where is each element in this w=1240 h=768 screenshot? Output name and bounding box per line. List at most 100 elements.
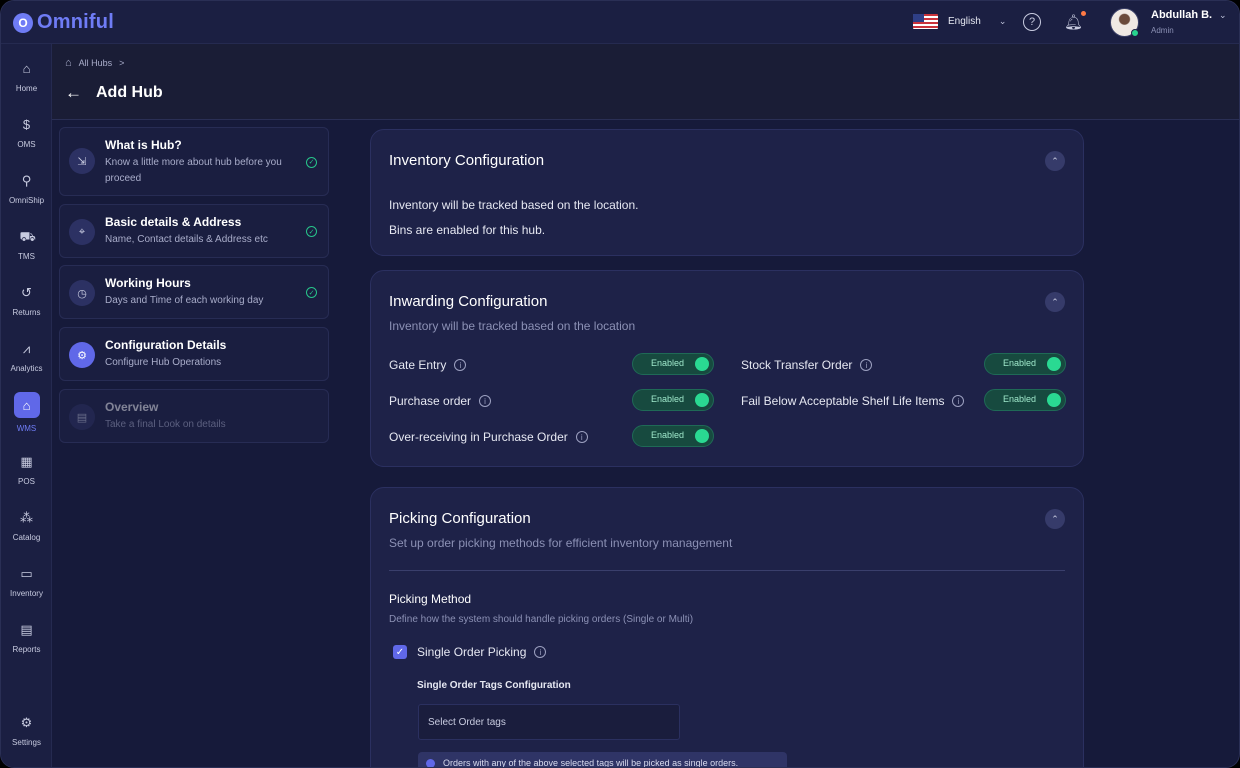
option-label: Fail Below Acceptable Shelf Life Items xyxy=(741,394,944,408)
option-gate-entry: Gate Entryi xyxy=(389,358,466,372)
step-what-is-hub[interactable]: ⇲What is Hub?Know a little more about hu… xyxy=(59,127,329,196)
sidebar-item-label: Inventory xyxy=(1,589,52,598)
single-order-picking-checkbox[interactable]: ✓ xyxy=(393,645,407,659)
shelf-life-toggle[interactable]: Enabled xyxy=(984,389,1066,411)
single-order-picking-label[interactable]: Single Order Picking xyxy=(417,645,526,659)
step-description: Know a little more about hub before you … xyxy=(105,155,305,187)
collapse-icon[interactable]: ⌃ xyxy=(1045,509,1065,529)
toggle-knob xyxy=(695,393,709,407)
info-icon[interactable]: i xyxy=(860,359,872,371)
toggle-state-label: Enabled xyxy=(1003,358,1036,368)
location-pin-icon: ⌖ xyxy=(69,219,95,245)
inventory-line-bins: Bins are enabled for this hub. xyxy=(389,223,545,237)
logo-text: Omniful xyxy=(37,11,114,34)
sidebar-item-label: Returns xyxy=(1,308,52,317)
option-stock-transfer-order: Stock Transfer Order i xyxy=(741,358,872,372)
inwarding-config-subtitle: Inventory will be tracked based on the l… xyxy=(389,319,635,333)
step-basic-details-address[interactable]: ⌖Basic details & AddressName, Contact de… xyxy=(59,204,329,258)
toggle-knob xyxy=(695,357,709,371)
toggle-knob xyxy=(695,429,709,443)
stock-transfer-toggle[interactable]: Enabled xyxy=(984,353,1066,375)
sidebar-item-home[interactable]: ⌂ Home xyxy=(1,62,52,93)
reports-icon: ▤ xyxy=(20,623,34,637)
inventory-line-location: Inventory will be tracked based on the l… xyxy=(389,198,638,212)
catalog-icon: ⁂ xyxy=(20,511,34,525)
over-receiving-toggle[interactable]: Enabled xyxy=(632,425,714,447)
sidebar-item-label: TMS xyxy=(1,252,52,261)
returns-icon: ↺ xyxy=(20,286,34,300)
info-icon[interactable]: i xyxy=(576,431,588,443)
option-purchase-order: Purchase order i xyxy=(389,394,491,408)
toggle-state-label: Enabled xyxy=(1003,394,1036,404)
sidebar-item-tms[interactable]: ⛟ TMS xyxy=(1,230,52,261)
option-label: Over-receiving in Purchase Order xyxy=(389,430,568,444)
check-circle-icon: ✓ xyxy=(306,287,317,298)
section-divider xyxy=(389,570,1065,571)
step-title: Working Hours xyxy=(105,276,191,290)
sidebar-item-catalog[interactable]: ⁂Catalog xyxy=(1,511,52,542)
step-working-hours[interactable]: ◷Working HoursDays and Time of each work… xyxy=(59,265,329,319)
inwarding-config-title: Inwarding Configuration xyxy=(389,293,547,310)
option-label: Purchase order xyxy=(389,394,471,408)
picking-config-title: Picking Configuration xyxy=(389,510,531,527)
home-icon[interactable]: ⌂ xyxy=(65,57,72,69)
sidebar-item-label: Reports xyxy=(1,645,52,654)
sidebar-item-label: Home xyxy=(1,84,52,93)
logo-mark-icon: O xyxy=(13,13,33,33)
sidebar-item-inventory[interactable]: ▭Inventory xyxy=(1,567,52,598)
purchase-order-toggle[interactable]: Enabled xyxy=(632,389,714,411)
sidebar-item-reports[interactable]: ▤ Reports xyxy=(1,623,52,654)
sidebar-item-returns[interactable]: ↺ Returns xyxy=(1,286,52,317)
title-row: ← Add Hub xyxy=(65,83,163,103)
sidebar-item-label: WMS xyxy=(1,424,52,433)
info-icon[interactable]: i xyxy=(479,395,491,407)
analytics-icon: ⩘ xyxy=(20,342,34,356)
sidebar-item-pos[interactable]: ▦POS xyxy=(1,455,52,486)
toggle-knob xyxy=(1047,393,1061,407)
bell-icon[interactable]: 🔔︎ xyxy=(1064,13,1080,31)
sidebar-item-analytics[interactable]: ⩘Analytics xyxy=(1,342,52,373)
collapse-icon[interactable]: ⌃ xyxy=(1045,292,1065,312)
step-description: Take a final Look on details xyxy=(105,417,305,433)
warehouse-icon: ⌂ xyxy=(14,392,40,418)
sidebar-item-omniship[interactable]: ⚲OmniShip xyxy=(1,174,52,205)
info-icon[interactable]: i xyxy=(454,359,466,371)
collapse-icon[interactable]: ⌃ xyxy=(1045,151,1065,171)
page-title: Add Hub xyxy=(96,84,163,102)
hub-icon: ⇲ xyxy=(69,148,95,174)
sidebar-item-settings[interactable]: ⚙Settings xyxy=(1,716,52,747)
option-label: Stock Transfer Order xyxy=(741,358,852,372)
step-title: Overview xyxy=(105,400,158,414)
sidebar-item-oms[interactable]: $OMS xyxy=(1,118,52,149)
order-tags-select[interactable] xyxy=(418,704,680,740)
user-menu-chevron-icon[interactable]: ⌄ xyxy=(1219,10,1227,21)
breadcrumb: ⌂ All Hubs > xyxy=(65,57,124,69)
online-status-dot xyxy=(1131,29,1139,37)
overview-doc-icon: ▤ xyxy=(69,404,95,430)
us-flag-icon xyxy=(913,14,938,29)
info-icon[interactable]: i xyxy=(534,646,546,658)
question-circle-icon[interactable]: ? xyxy=(1023,13,1041,31)
info-icon[interactable]: i xyxy=(952,395,964,407)
picking-method-desc: Define how the system should handle pick… xyxy=(389,614,693,625)
truck-icon: ⛟ xyxy=(20,230,34,244)
pos-icon: ▦ xyxy=(20,455,34,469)
user-role: Admin xyxy=(1151,26,1174,35)
user-name[interactable]: Abdullah B. xyxy=(1151,9,1212,21)
language-selector[interactable]: English ⌄ xyxy=(913,14,1006,29)
info-dot-icon xyxy=(426,759,435,768)
check-circle-icon: ✓ xyxy=(306,226,317,237)
step-description: Days and Time of each working day xyxy=(105,293,305,309)
step-overview[interactable]: ▤ Overview Take a final Look on details xyxy=(59,389,329,443)
back-arrow-icon[interactable]: ← xyxy=(65,83,82,103)
sidebar-item-wms[interactable]: ⌂ WMS xyxy=(1,392,52,433)
picking-config-subtitle: Set up order picking methods for efficie… xyxy=(389,536,732,550)
home-icon: ⌂ xyxy=(20,62,34,76)
language-label: English xyxy=(948,16,981,27)
dollar-circle-icon: $ xyxy=(20,118,34,132)
step-description: Name, Contact details & Address etc xyxy=(105,232,305,248)
step-configuration-details[interactable]: ⚙Configuration DetailsConfigure Hub Oper… xyxy=(59,327,329,381)
omniful-logo[interactable]: O Omniful xyxy=(13,11,114,34)
breadcrumb-all-hubs[interactable]: All Hubs xyxy=(79,58,113,68)
gate-entry-toggle[interactable]: Enabled xyxy=(632,353,714,375)
